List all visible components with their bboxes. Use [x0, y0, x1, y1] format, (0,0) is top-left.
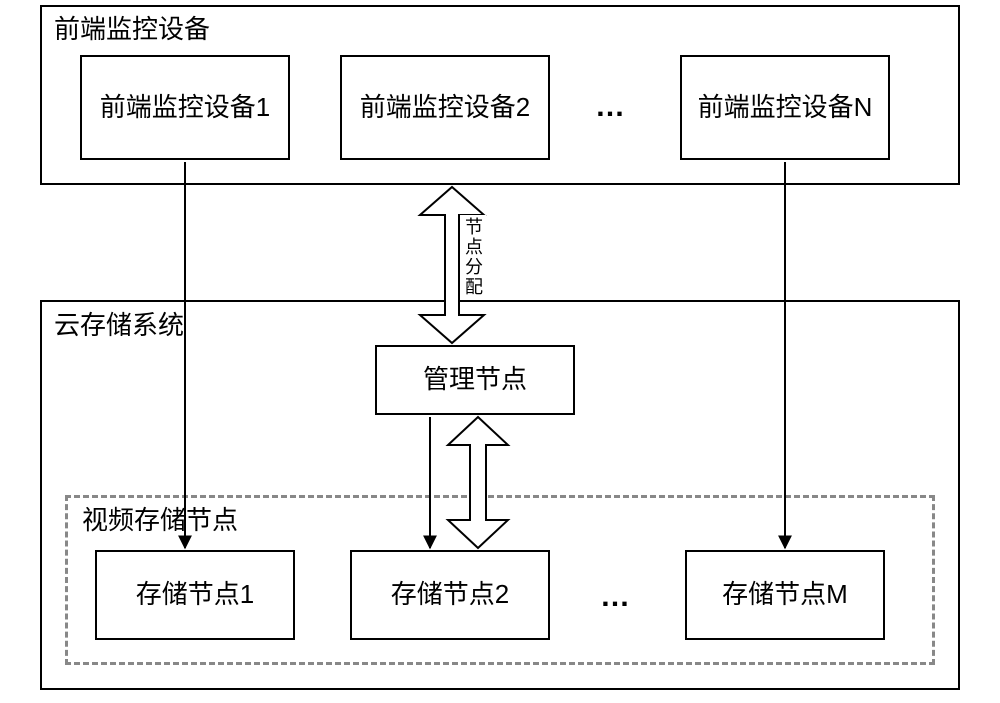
- double-arrow-manager-to-storage2: [448, 417, 508, 548]
- node-allocation-label: 节点分配: [460, 215, 486, 299]
- connectors-svg: [40, 5, 960, 698]
- diagram-canvas: 前端监控设备 前端监控设备1 前端监控设备2 … 前端监控设备N 云存储系统 管…: [40, 5, 960, 698]
